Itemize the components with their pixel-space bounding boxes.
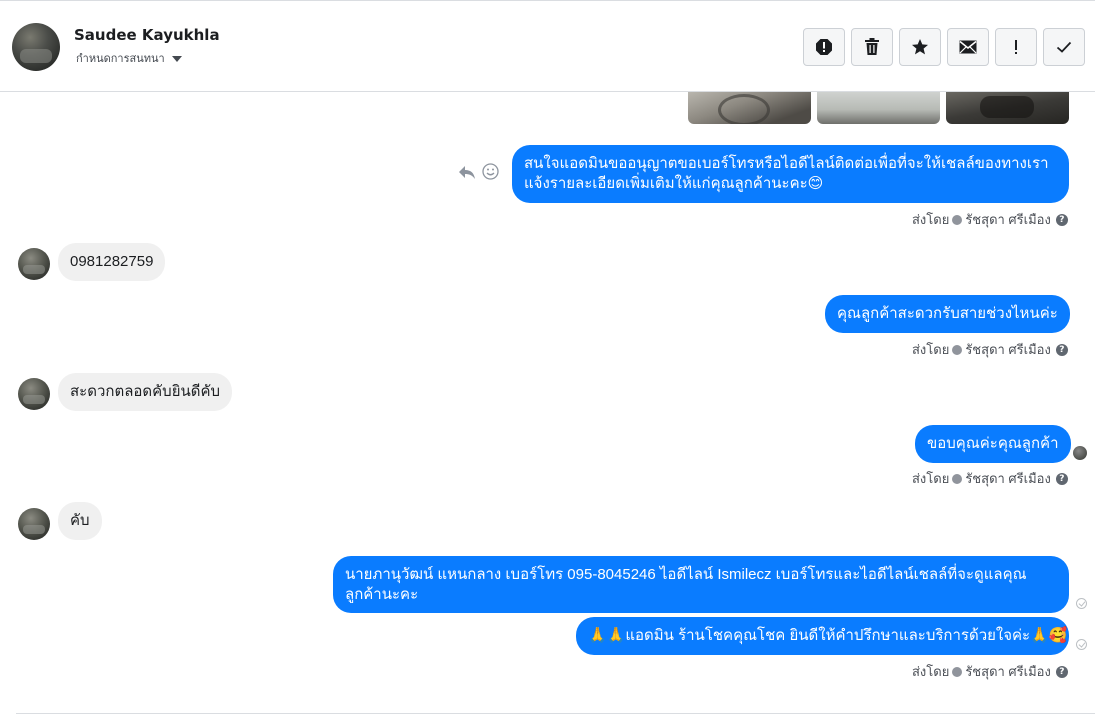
help-icon[interactable]: ? <box>1055 343 1068 356</box>
delivered-check-icon <box>1076 598 1087 609</box>
message-bubble-outgoing[interactable]: 🙏🙏แอดมิน ร้านโชคคุณโชค ยินดีให้คำปรึกษาแ… <box>576 617 1069 655</box>
help-icon[interactable]: ? <box>1055 213 1068 226</box>
delete-button[interactable] <box>851 28 893 66</box>
message-bubble-outgoing[interactable]: สนใจแอดมินขออนุญาตขอเบอร์โทรหรือไอดีไลน์… <box>512 145 1069 203</box>
mark-important-button[interactable] <box>995 28 1037 66</box>
help-icon[interactable]: ? <box>1055 665 1068 678</box>
help-icon[interactable]: ? <box>1055 472 1068 485</box>
contact-avatar-small[interactable] <box>18 508 50 540</box>
sent-by-prefix: ส่งโดย <box>912 471 950 486</box>
sent-by-agent[interactable]: รัชสุดา ศรีเมือง <box>965 468 1051 489</box>
contact-avatar-small[interactable] <box>18 378 50 410</box>
delivered-check-icon <box>1076 639 1087 650</box>
message-bubble-outgoing[interactable]: นายภานุวัฒน์ แหนกลาง เบอร์โทร 095-804524… <box>333 556 1069 613</box>
conversation-schedule-dropdown[interactable]: กำหนดการสนทนา <box>76 49 182 67</box>
checkmark-icon <box>1056 41 1072 53</box>
mark-spam-button[interactable] <box>803 28 845 66</box>
smiley-icon[interactable] <box>482 163 499 180</box>
sent-by-agent[interactable]: รัชสุดา ศรีเมือง <box>965 209 1051 230</box>
message-bubble-outgoing[interactable]: คุณลูกค้าสะดวกรับสายช่วงไหนค่ะ <box>825 295 1070 333</box>
sent-by-prefix: ส่งโดย <box>912 342 950 357</box>
reply-icon[interactable] <box>458 164 476 180</box>
message-bubble-incoming[interactable]: คับ <box>58 502 102 540</box>
star-icon <box>912 39 928 55</box>
contact-avatar[interactable] <box>12 23 60 71</box>
sent-by-prefix: ส่งโดย <box>912 212 950 227</box>
exclamation-icon <box>1015 40 1017 54</box>
message-bubble-outgoing[interactable]: ขอบคุณค่ะคุณลูกค้า <box>915 425 1071 463</box>
message-bubble-incoming[interactable]: 0981282759 <box>58 243 166 281</box>
agent-check-icon <box>952 473 963 484</box>
image-attachments <box>688 92 1069 124</box>
seen-avatar <box>1073 446 1087 460</box>
caret-down-icon <box>171 55 182 62</box>
trash-icon <box>865 38 879 55</box>
contact-name[interactable]: Saudee Kayukhla <box>74 26 220 44</box>
mark-unread-button[interactable] <box>947 28 989 66</box>
message-bubble-incoming[interactable]: สะดวกตลอดคับยินดีคับ <box>58 373 233 411</box>
sent-by-label: ส่งโดย รัชสุดา ศรีเมือง ? <box>912 468 1068 489</box>
sent-by-label: ส่งโดย รัชสุดา ศรีเมือง ? <box>912 339 1068 360</box>
star-button[interactable] <box>899 28 941 66</box>
report-icon <box>816 39 832 55</box>
sent-by-agent[interactable]: รัชสุดา ศรีเมือง <box>965 339 1051 360</box>
attachment-image[interactable] <box>688 92 811 124</box>
conversation-header: Saudee Kayukhla กำหนดการสนทนา <box>0 3 1095 92</box>
sent-by-label: ส่งโดย รัชสุดา ศรีเมือง ? <box>912 209 1068 230</box>
envelope-icon <box>959 40 977 54</box>
attachment-image[interactable] <box>817 92 940 124</box>
sent-by-agent[interactable]: รัชสุดา ศรีเมือง <box>965 661 1051 682</box>
composer-divider <box>16 713 1095 714</box>
message-hover-actions <box>458 163 499 180</box>
attachment-image[interactable] <box>946 92 1069 124</box>
mark-done-button[interactable] <box>1043 28 1085 66</box>
sent-by-prefix: ส่งโดย <box>912 664 950 679</box>
conversation-schedule-label: กำหนดการสนทนา <box>76 53 165 65</box>
sent-by-label: ส่งโดย รัชสุดา ศรีเมือง ? <box>912 661 1068 682</box>
agent-check-icon <box>952 214 963 225</box>
contact-avatar-small[interactable] <box>18 248 50 280</box>
agent-check-icon <box>952 344 963 355</box>
agent-check-icon <box>952 666 963 677</box>
